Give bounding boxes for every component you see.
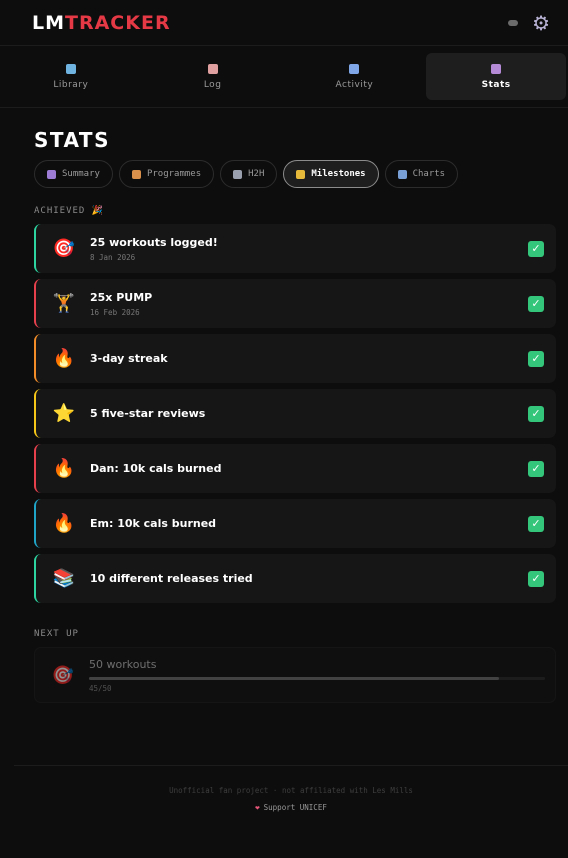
trophy-icon: [296, 169, 306, 179]
subtab-h2h[interactable]: H2H: [220, 160, 278, 188]
main-nav: Library Log Activity Stats: [0, 46, 568, 108]
weightlifter-icon: [131, 169, 141, 179]
milestone-card: 🎯 25 workouts logged! 8 Jan 2026 ✓: [34, 224, 556, 273]
nav-tab-library[interactable]: Library: [1, 53, 141, 100]
milestone-date: 16 Feb 2026: [90, 307, 140, 317]
stats-subtabs: Summary Programmes H2H Milestones Charts: [34, 160, 568, 188]
subtab-label: Milestones: [311, 169, 366, 179]
milestone-emoji-icon: 📚: [52, 568, 76, 589]
bar-chart-icon: [47, 169, 56, 179]
achieved-section-label: ACHIEVED 🎉: [34, 206, 104, 216]
milestone-title: 5 five-star reviews: [90, 407, 206, 420]
milestone-card: 🔥 3-day streak ✓: [34, 334, 556, 383]
subtab-label: Summary: [62, 169, 100, 179]
nav-tab-label: Stats: [481, 79, 511, 90]
next-milestone-progress-bar: [89, 676, 545, 680]
milestone-title: Dan: 10k cals burned: [90, 462, 222, 475]
checkmark-icon: ✓: [528, 570, 544, 587]
footer: Unofficial fan project · not affiliated …: [14, 765, 568, 812]
next-milestone-title: 50 workouts: [89, 657, 157, 671]
nav-tab-activity[interactable]: Activity: [285, 53, 425, 100]
checkmark-icon: ✓: [528, 350, 544, 367]
subtab-label: Programmes: [146, 169, 202, 179]
achieved-milestones-list: 🎯 25 workouts logged! 8 Jan 2026 ✓ 🏋 25x PUMP…: [34, 224, 556, 603]
subtab-summary[interactable]: Summary: [34, 160, 113, 188]
logo-tracker: TRACKER: [65, 11, 171, 34]
crossed-swords-icon: [233, 169, 243, 179]
calendar-icon: [349, 63, 360, 74]
milestone-emoji-icon: 🏋: [52, 293, 76, 314]
cloud-sync-icon: [508, 19, 519, 26]
milestone-card: 📚 10 different releases tried ✓: [34, 554, 556, 603]
milestone-emoji-icon: 🔥: [52, 513, 76, 534]
nav-tab-label: Activity: [335, 79, 374, 90]
milestone-emoji-icon: 🔥: [52, 458, 76, 479]
milestone-title: 3-day streak: [90, 352, 168, 365]
chart-up-icon: [397, 169, 407, 179]
checkmark-icon: ✓: [528, 460, 544, 477]
support-label: Support UNICEF: [263, 803, 327, 812]
subtab-milestones[interactable]: Milestones: [283, 160, 379, 188]
target-icon: 🎯: [51, 664, 75, 686]
milestone-title: Em: 10k cals burned: [90, 517, 217, 530]
checkmark-icon: ✓: [528, 515, 544, 532]
checkmark-icon: ✓: [528, 295, 544, 312]
milestone-card: 🏋 25x PUMP 16 Feb 2026 ✓: [34, 279, 556, 328]
memo-icon: [207, 63, 218, 74]
nav-tab-stats[interactable]: Stats: [426, 53, 566, 100]
footer-disclaimer: Unofficial fan project · not affiliated …: [169, 786, 413, 795]
nav-tab-label: Library: [53, 79, 89, 90]
gear-icon[interactable]: ⚙: [532, 13, 550, 33]
next-up-section-label: NEXT UP: [34, 629, 79, 639]
checkmark-icon: ✓: [528, 405, 544, 422]
milestone-card: ⭐ 5 five-star reviews ✓: [34, 389, 556, 438]
nav-tab-log[interactable]: Log: [143, 53, 283, 100]
page-title: STATS: [34, 128, 110, 152]
support-unicef-link[interactable]: ❤ Support UNICEF: [14, 803, 568, 812]
books-icon: [65, 63, 76, 74]
milestone-card: 🔥 Dan: 10k cals burned ✓: [34, 444, 556, 493]
milestone-title: 10 different releases tried: [90, 572, 253, 585]
subtab-charts[interactable]: Charts: [384, 160, 459, 188]
app-logo[interactable]: LMTRACKER: [32, 12, 171, 34]
bar-chart-icon: [491, 63, 502, 74]
milestone-emoji-icon: ⭐: [52, 403, 76, 424]
milestone-emoji-icon: 🎯: [52, 238, 76, 259]
logo-lm: LM: [32, 11, 66, 34]
checkmark-icon: ✓: [528, 240, 544, 257]
app-header: LMTRACKER ⚙: [0, 0, 568, 46]
milestone-emoji-icon: 🔥: [52, 348, 76, 369]
next-milestone-count: 45/50: [89, 683, 112, 693]
milestone-title: 25 workouts logged!: [90, 235, 218, 249]
milestone-date: 8 Jan 2026: [90, 252, 136, 262]
milestone-title: 25x PUMP: [90, 290, 153, 304]
subtab-programmes[interactable]: Programmes: [118, 160, 215, 188]
heart-icon: ❤: [255, 803, 260, 812]
subtab-label: Charts: [412, 169, 446, 179]
milestone-card: 🔥 Em: 10k cals burned ✓: [34, 499, 556, 548]
next-milestone-card: 🎯 50 workouts 45/50: [34, 647, 556, 703]
subtab-label: H2H: [248, 169, 265, 179]
progress-fill: [89, 676, 500, 680]
nav-tab-label: Log: [203, 79, 222, 90]
